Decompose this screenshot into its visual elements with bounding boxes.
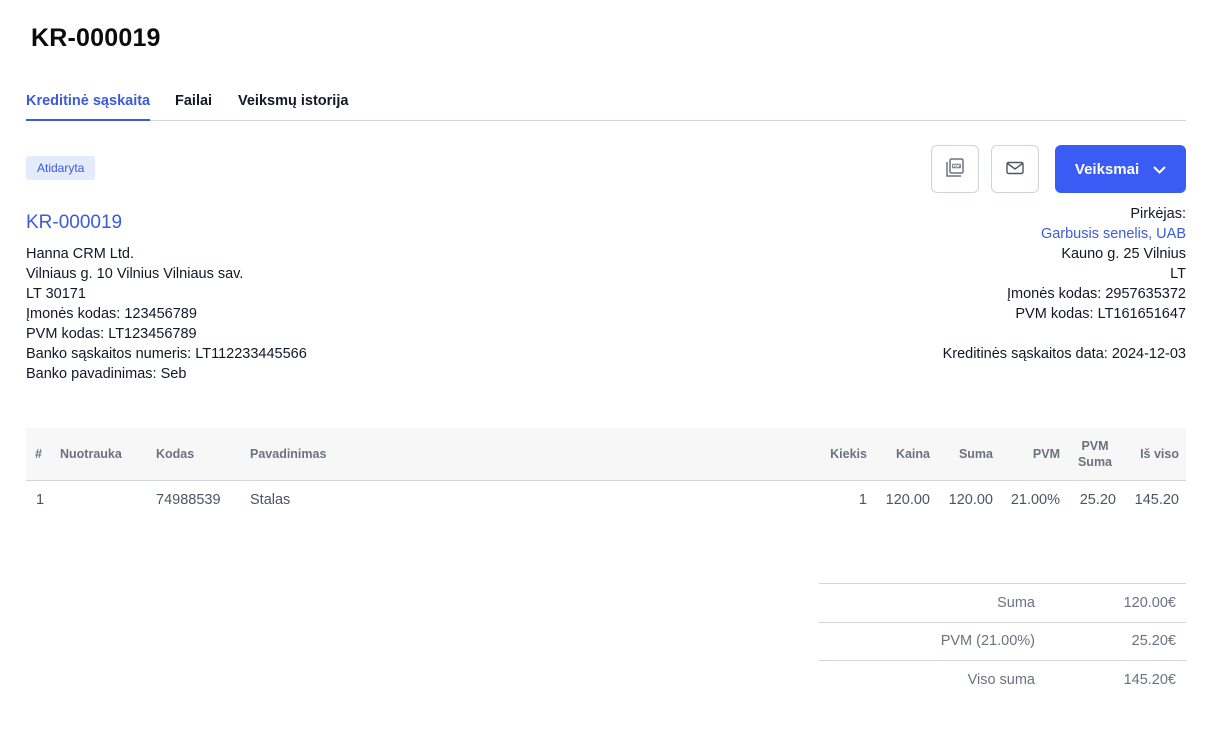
buyer-address: Kauno g. 25 Vilnius	[1061, 246, 1186, 262]
totals-sum-label: Suma	[819, 583, 1057, 622]
buyer-country: LT	[1170, 266, 1186, 282]
totals-vat-value: 25.20€	[1057, 621, 1186, 661]
tab-files[interactable]: Failai	[175, 92, 212, 121]
items-table: # Nuotrauka Kodas Pavadinimas Kiekis Kai…	[26, 428, 1186, 520]
tab-credit-invoice[interactable]: Kreditinė sąskaita	[26, 92, 151, 121]
col-index: #	[26, 428, 53, 481]
totals-row-grand: Viso suma 145.20€	[819, 660, 1186, 699]
totals-vat-label: PVM (21.00%)	[819, 621, 1057, 661]
tab-action-history[interactable]: Veiksmų istorija	[238, 92, 348, 121]
col-total: Iš viso	[1123, 428, 1186, 481]
cell-sum: 120.00	[948, 492, 993, 509]
pdf-file-icon	[944, 157, 966, 182]
col-vat-sum: PVM Suma	[1067, 428, 1123, 481]
status-badge: Atidaryta	[26, 156, 96, 180]
page-title: KR-000019	[31, 24, 161, 52]
col-quantity: Kiekis	[818, 428, 874, 481]
buyer-spacer	[943, 324, 1186, 344]
actions-button-label: Veiksmai	[1074, 160, 1140, 178]
envelope-icon	[1006, 161, 1024, 178]
seller-vat-code: PVM kodas: LT123456789	[26, 326, 197, 342]
seller-address: Vilniaus g. 10 Vilnius Vilniaus sav.	[26, 266, 244, 282]
col-sum: Suma	[937, 428, 1000, 481]
buyer-heading: Pirkėjas:	[1130, 206, 1186, 222]
seller-bank-account: Banko sąskaitos numeris: LT112233445566	[26, 346, 307, 362]
cell-total: 145.20	[1134, 492, 1179, 509]
buyer-details: Pirkėjas: Garbusis senelis, UAB Kauno g.…	[943, 204, 1186, 364]
buyer-vat-code: PVM kodas: LT161651647	[1015, 306, 1186, 322]
seller-details: Hanna CRM Ltd. Vilniaus g. 10 Vilnius Vi…	[26, 244, 307, 384]
table-header-row: # Nuotrauka Kodas Pavadinimas Kiekis Kai…	[26, 428, 1186, 481]
col-vat: PVM	[1000, 428, 1067, 481]
cell-vat: 21.00%	[1010, 492, 1060, 509]
col-code: Kodas	[141, 428, 243, 481]
actions-dropdown-button[interactable]: Veiksmai	[1055, 145, 1186, 193]
cell-name: Stalas	[250, 492, 291, 509]
seller-company-name: Hanna CRM Ltd.	[26, 246, 134, 262]
totals-sum-value: 120.00€	[1057, 583, 1186, 622]
totals-summary: Suma 120.00€ PVM (21.00%) 25.20€ Viso su…	[819, 583, 1186, 699]
cell-vat-sum: 25.20	[1079, 492, 1116, 509]
totals-row-sum: Suma 120.00€	[819, 583, 1186, 622]
cell-photo	[53, 480, 141, 520]
totals-grand-label: Viso suma	[819, 660, 1057, 699]
document-number-link[interactable]: KR-000019	[26, 212, 122, 234]
seller-company-code: Įmonės kodas: 123456789	[26, 306, 197, 322]
seller-bank-name: Banko pavadinimas: Seb	[26, 366, 187, 382]
seller-postal-code: LT 30171	[26, 286, 86, 302]
table-row: 1 74988539 Stalas 1 120.00 120.00 21.00%…	[26, 480, 1186, 520]
send-email-button[interactable]	[991, 145, 1039, 193]
buyer-name-link[interactable]: Garbusis senelis, UAB	[943, 224, 1186, 244]
cell-code: 74988539	[156, 492, 221, 509]
cell-index: 1	[36, 492, 45, 509]
buyer-company-code: Įmonės kodas: 2957635372	[1007, 286, 1186, 302]
col-vat-sum-line-2: Suma	[1077, 454, 1113, 469]
cell-price: 120.00	[885, 492, 930, 509]
tab-bar: Kreditinė sąskaita Failai Veiksmų istori…	[26, 92, 1186, 121]
chevron-down-icon	[1153, 161, 1166, 178]
totals-grand-value: 145.20€	[1057, 660, 1186, 699]
col-price: Kaina	[874, 428, 937, 481]
col-name: Pavadinimas	[243, 428, 818, 481]
credit-invoice-date: Kreditinės sąskaitos data: 2024-12-03	[942, 346, 1186, 362]
cell-quantity: 1	[858, 492, 867, 509]
download-pdf-button[interactable]	[931, 145, 979, 193]
col-photo: Nuotrauka	[53, 428, 141, 481]
totals-row-vat: PVM (21.00%) 25.20€	[819, 621, 1186, 661]
col-vat-sum-line-1: PVM	[1081, 438, 1109, 453]
